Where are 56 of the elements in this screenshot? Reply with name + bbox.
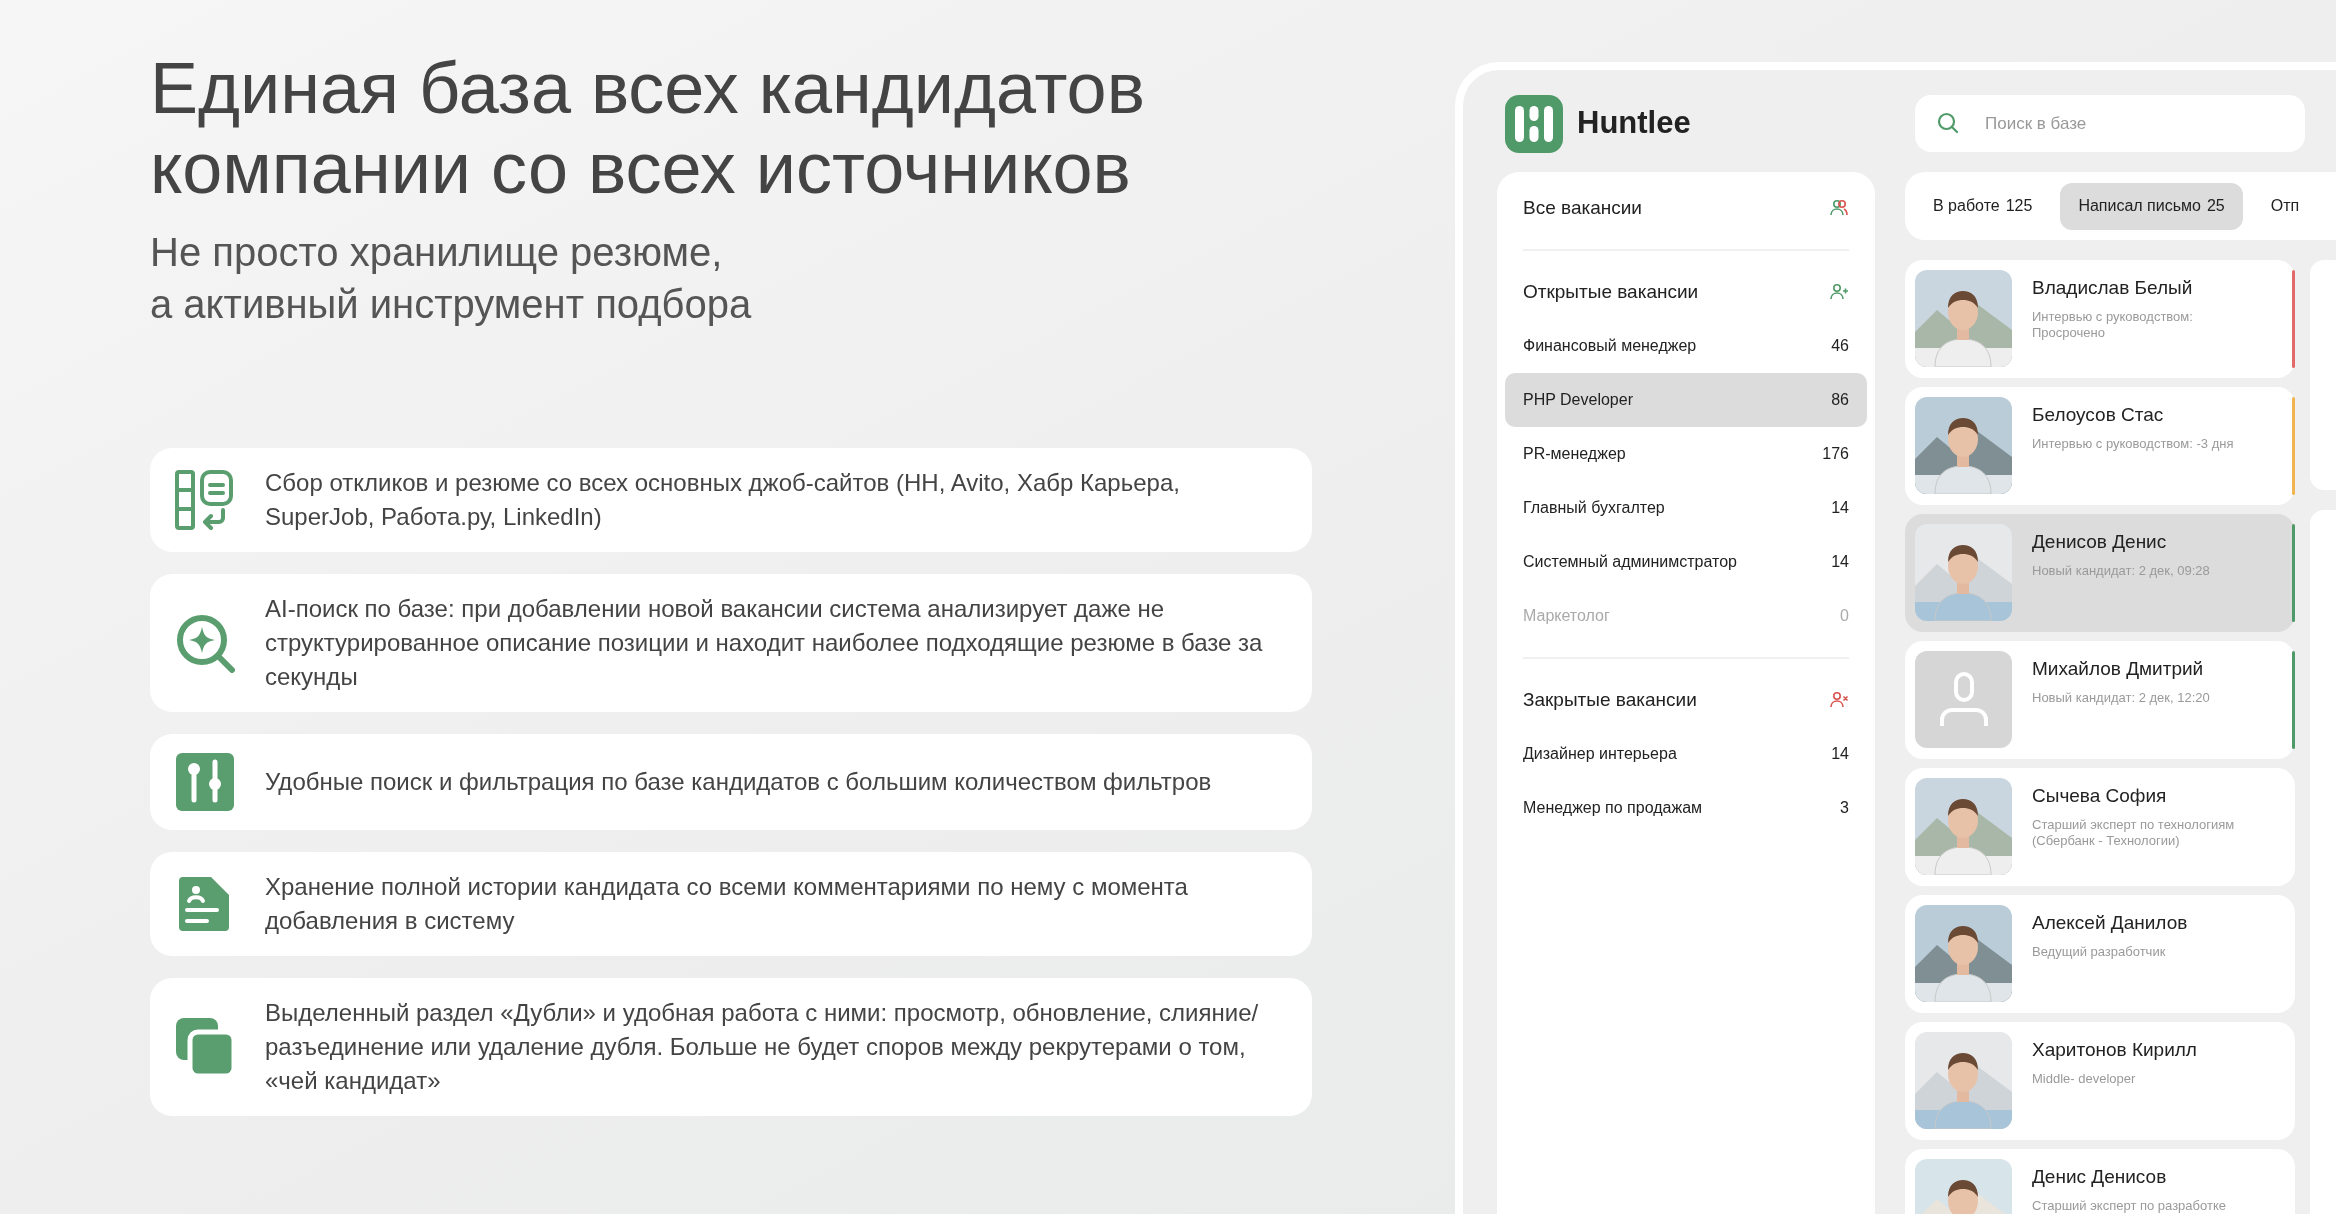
candidate-status: Новый кандидат: 2 дек, 09:28 <box>2032 562 2211 579</box>
candidate-card[interactable]: Денис Денисов Старший эксперт по разработке <box>1905 1149 2295 1214</box>
vacancy-item[interactable]: Финансовый менеджер 46 <box>1505 319 1867 373</box>
vacancy-item[interactable]: Главный бухгалтер 14 <box>1505 481 1867 535</box>
feature-text: AI-поиск по базе: при добавлении новой вакансии система анализирует даже не структурированное описание позиции и находит наиболее подходящие резюме в базе за секунды <box>265 594 1264 692</box>
section-heading: Все вакансии <box>1523 195 1642 220</box>
candidate-card[interactable]: Денисов Денис Новый кандидат: 2 дек, 09:28 <box>1905 514 2295 632</box>
search-icon <box>1937 112 1959 134</box>
vacancy-item[interactable]: PHP Developer 86 <box>1505 373 1867 427</box>
candidate-name: Белоусов Стас <box>2032 403 2165 427</box>
search-field[interactable]: Поиск в базе <box>1915 95 2305 152</box>
feature-text: Хранение полной истории кандидата со всеми комментариями по нему с момента добавления в систему <box>265 872 1189 936</box>
candidate-card[interactable]: Харитонов Кирилл Middle- developer <box>1905 1022 2295 1140</box>
candidate-card[interactable]: Алексей Данилов Ведущий разработчик <box>1905 895 2295 1013</box>
feature-text: Выделенный раздел «Дубли» и удобная работа с ними: просмотр, обновление, слияние/разъединение или удаление дубля. Больше не будет споров между рекрутерами о том, «чей кандидат» <box>265 998 1260 1096</box>
vacancy-item[interactable]: PR-менеджер 176 <box>1505 427 1867 481</box>
add-user-icon[interactable] <box>1829 282 1849 302</box>
remove-user-icon[interactable] <box>1829 690 1849 710</box>
headline: компании со всех источников <box>150 128 1132 208</box>
vacancy-item[interactable]: Дизайнер интерьера 14 <box>1505 727 1867 781</box>
duplicate-icon <box>175 1017 235 1077</box>
candidate-status: Старший эксперт по технологиям (Сбербанк - Технологии) <box>2032 816 2236 849</box>
candidate-status: Новый кандидат: 2 дек, 12:20 <box>2032 689 2211 706</box>
candidate-name: Алексей Данилов <box>2032 911 2189 935</box>
status-tab[interactable]: Написал письмо 25 <box>2060 182 2243 230</box>
candidate-status: Middle- developer <box>2032 1070 2137 1087</box>
candidate-card[interactable]: Белоусов Стас Интервью с руководством: -3 дня <box>1905 387 2295 505</box>
candidate-name: Владислав Белый <box>2032 276 2194 300</box>
sources-icon <box>175 470 235 530</box>
candidate-card[interactable]: Владислав Белый Интервью с руководством: Просрочено <box>1905 260 2295 378</box>
vacancy-item[interactable]: Менеджер по продажам 3 <box>1505 781 1867 835</box>
candidate-name: Денисов Денис <box>2032 530 2168 554</box>
section-heading: Открытые вакансии <box>1523 279 1699 304</box>
candidate-name: Денис Денисов <box>2032 1165 2168 1189</box>
subheadline: а активный инструмент подбора <box>150 281 753 328</box>
headline: Единая база всех кандидатов <box>150 48 1146 128</box>
candidate-status: Интервью с руководством: -3 дня <box>2032 435 2235 452</box>
candidate-status: Ведущий разработчик <box>2032 943 2167 960</box>
ai-search-icon <box>175 613 235 673</box>
logo-text: Huntlee <box>1577 104 1691 143</box>
vacancy-item[interactable]: Системный админимстратор 14 <box>1505 535 1867 589</box>
feature-text: Сбор откликов и резюме со всех основных джоб-сайтов (HH, Avito, Хабр Карьера, SuperJob, Работа.ру, LinkedIn) <box>265 468 1181 532</box>
logo-icon <box>1505 94 1563 153</box>
section-heading: Закрытые вакансии <box>1523 687 1697 712</box>
people-icon[interactable] <box>1829 198 1849 218</box>
candidate-name: Сычева София <box>2032 784 2168 808</box>
feature-text: Удобные поиск и фильтрация по базе кандидатов с большим количеством фильтров <box>265 767 1212 797</box>
filters-icon <box>175 752 235 812</box>
candidate-name: Михайлов Дмитрий <box>2032 657 2205 681</box>
candidate-status: Старший эксперт по разработке <box>2032 1197 2227 1214</box>
subheadline: Не просто хранилище резюме, <box>150 229 724 276</box>
candidate-card[interactable]: Михайлов Дмитрий Новый кандидат: 2 дек, 12:20 <box>1905 641 2295 759</box>
candidate-card[interactable]: Сычева София Старший эксперт по технологиям (Сбербанк - Технологии) <box>1905 768 2295 886</box>
candidate-status: Интервью с руководством: Просрочено <box>2032 308 2194 341</box>
user-icon <box>1938 671 1989 728</box>
candidate-name: Харитонов Кирилл <box>2032 1038 2198 1062</box>
